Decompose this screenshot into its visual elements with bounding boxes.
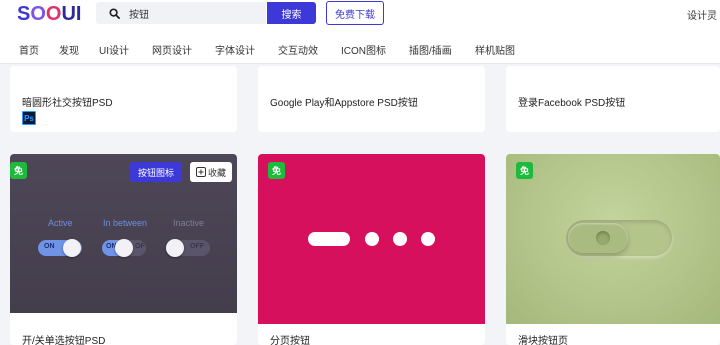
card-top-2[interactable]: Google Play和Appstore PSD按钮 [258,66,485,132]
free-badge: 免 [516,162,533,179]
card-title: 暗圆形社交按钮PSD [22,98,113,109]
toggle-label-between: In between [103,218,148,228]
logo-letter-o2: O [45,2,62,25]
nav-item-mockups[interactable]: 样机贴图 [475,42,515,57]
pagination-dot [393,232,407,246]
free-badge: 免 [10,162,27,179]
nav-item-illustration[interactable]: 插图/插画 [409,42,452,57]
logo-letter-ui: UI [61,2,82,25]
toggle-knob [166,239,184,257]
nav-item-discover[interactable]: 发现 [59,42,79,57]
card-slider-button[interactable]: 免 滑块按钮页 [506,154,720,345]
toggle-label-inactive: Inactive [173,218,205,228]
logo-letter-o1: O [30,2,46,25]
pagination-dot [421,232,435,246]
card-top-1[interactable]: 暗圆形社交按钮PSD Ps [10,66,237,132]
toggle-knob [115,239,133,257]
search-button[interactable]: 搜索 [267,2,316,24]
free-badge: 免 [268,162,285,179]
toggle-on[interactable]: ON [38,239,82,257]
card-title: 分页按钮 [270,336,310,345]
card-pagination-buttons[interactable]: 免 分页按钮 [258,154,485,345]
nav-item-ui-design[interactable]: UI设计 [99,42,129,57]
nav-item-interaction[interactable]: 交互动效 [278,42,318,57]
toggle-knob [63,239,81,257]
logo-letter-s: S [17,2,31,25]
main-nav: 首页 发现 UI设计 网页设计 字体设计 交互动效 ICON图标 插图/插画 样… [0,42,720,58]
plus-square-icon [195,167,206,177]
toggle-between-text-right: OF [135,243,145,250]
header: S O O UI 搜索 免费下载 设计灵 首页 发现 UI设计 网页设计 字体设… [0,0,720,64]
card-title: 登录Facebook PSD按钮 [518,98,626,109]
logo[interactable]: S O O UI [17,3,81,25]
card-thumbnail[interactable]: 免 [506,154,720,324]
collect-label: 收藏 [207,167,226,178]
toggle-off-text: OFF [190,243,204,250]
toggle-between[interactable]: ON OF [102,239,146,257]
nav-item-web-design[interactable]: 网页设计 [152,42,192,57]
card-thumbnail[interactable]: 免 按钮图标 收藏 Active In between Inactive ON … [10,154,237,313]
card-thumbnail[interactable]: 免 [258,154,485,324]
card-toggle-buttons[interactable]: 免 按钮图标 收藏 Active In between Inactive ON … [10,154,237,345]
toggle-off[interactable]: OFF [166,239,210,257]
collect-button[interactable]: 收藏 [190,162,232,182]
pagination-active-pill [308,232,350,246]
toggle-on-text: ON [44,243,55,250]
slider-knob-hole [596,231,610,245]
card-top-3[interactable]: 登录Facebook PSD按钮 [506,66,720,132]
toggle-label-active: Active [48,218,73,228]
top-right-link[interactable]: 设计灵 [687,7,717,22]
tag-button[interactable]: 按钮图标 [130,162,182,182]
card-title: 开/关单选按钮PSD [22,336,106,345]
card-title: 滑块按钮页 [518,336,568,345]
search-input[interactable] [129,5,259,21]
nav-item-home[interactable]: 首页 [19,42,39,57]
nav-item-icons[interactable]: ICON图标 [341,42,386,57]
free-download-button[interactable]: 免费下载 [326,1,384,25]
photoshop-icon: Ps [22,111,36,125]
search-icon [109,8,120,19]
search-box [96,2,266,24]
card-title: Google Play和Appstore PSD按钮 [270,98,418,109]
nav-item-font-design[interactable]: 字体设计 [215,42,255,57]
pagination-dot [365,232,379,246]
